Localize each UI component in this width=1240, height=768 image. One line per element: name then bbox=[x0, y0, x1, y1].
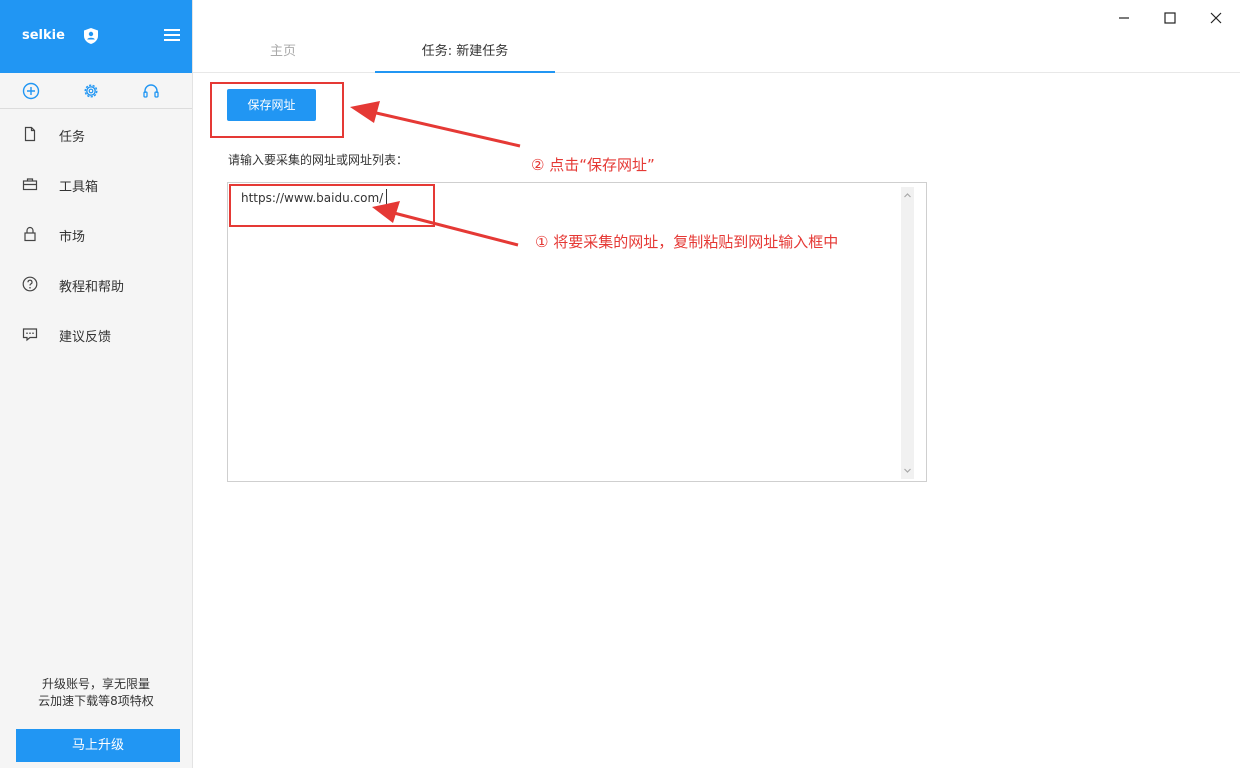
sidebar-item-label: 教程和帮助 bbox=[59, 280, 125, 295]
toolbox-icon bbox=[22, 178, 38, 191]
add-icon[interactable] bbox=[22, 82, 40, 100]
upgrade-button[interactable]: 马上升级 bbox=[16, 729, 180, 762]
gear-icon[interactable] bbox=[82, 82, 100, 100]
sidebar-item-toolbox[interactable]: 工具箱 bbox=[0, 164, 192, 204]
user-badge-icon[interactable] bbox=[84, 28, 98, 44]
highlight-save-button bbox=[210, 82, 344, 138]
headset-icon[interactable] bbox=[142, 82, 160, 100]
sidebar-item-label: 建议反馈 bbox=[59, 330, 112, 345]
url-input-scrollbar[interactable] bbox=[901, 187, 914, 479]
tab-bar: 主页 任务: 新建任务 bbox=[193, 38, 1240, 73]
tab-new-task[interactable]: 任务: 新建任务 bbox=[375, 38, 555, 73]
url-input-prompt: 请输入要采集的网址或网址列表： bbox=[228, 153, 409, 167]
quick-actions-bar bbox=[0, 73, 192, 109]
sidebar-item-market[interactable]: 市场 bbox=[0, 214, 192, 254]
sidebar-item-label: 市场 bbox=[59, 230, 86, 245]
highlight-url-input bbox=[229, 184, 435, 227]
scroll-up-icon[interactable] bbox=[903, 191, 912, 200]
annotation-step2: ② 点击“保存网址” bbox=[531, 156, 655, 174]
sidebar-item-label: 工具箱 bbox=[59, 180, 99, 195]
promo-line2: 云加速下载等8项特权 bbox=[38, 694, 154, 708]
help-icon bbox=[22, 276, 38, 292]
sidebar-item-tasks[interactable]: 任务 bbox=[0, 114, 192, 154]
scroll-down-icon[interactable] bbox=[903, 466, 912, 475]
promo-line1: 升级账号，享无限量 bbox=[41, 677, 150, 691]
sidebar-item-label: 任务 bbox=[59, 130, 86, 145]
sidebar: selkie 任务 工具箱 市场 教程和帮助 建议反馈 升级账号，享无限量 云加… bbox=[0, 0, 193, 768]
arrow-to-save-button bbox=[350, 101, 521, 148]
upgrade-promo: 升级账号，享无限量 云加速下载等8项特权 bbox=[0, 676, 192, 710]
feedback-icon bbox=[22, 328, 38, 342]
lock-icon bbox=[24, 226, 36, 242]
tab-home[interactable]: 主页 bbox=[193, 38, 373, 73]
brand-header: selkie bbox=[0, 0, 192, 73]
file-icon bbox=[24, 126, 36, 142]
annotation-step1: ① 将要采集的网址，复制粘贴到网址输入框中 bbox=[535, 233, 839, 251]
app-window: selkie 任务 工具箱 市场 教程和帮助 建议反馈 升级账号，享无限量 云加… bbox=[0, 0, 1240, 768]
hamburger-menu-icon[interactable] bbox=[164, 29, 180, 43]
maximize-icon[interactable] bbox=[1160, 8, 1180, 28]
url-list-input[interactable]: https://www.baidu.com/ bbox=[227, 182, 927, 482]
brand-name: selkie bbox=[22, 28, 65, 43]
close-icon[interactable] bbox=[1206, 8, 1226, 28]
sidebar-item-feedback[interactable]: 建议反馈 bbox=[0, 314, 192, 354]
minimize-icon[interactable] bbox=[1114, 8, 1134, 28]
sidebar-item-help[interactable]: 教程和帮助 bbox=[0, 264, 192, 304]
